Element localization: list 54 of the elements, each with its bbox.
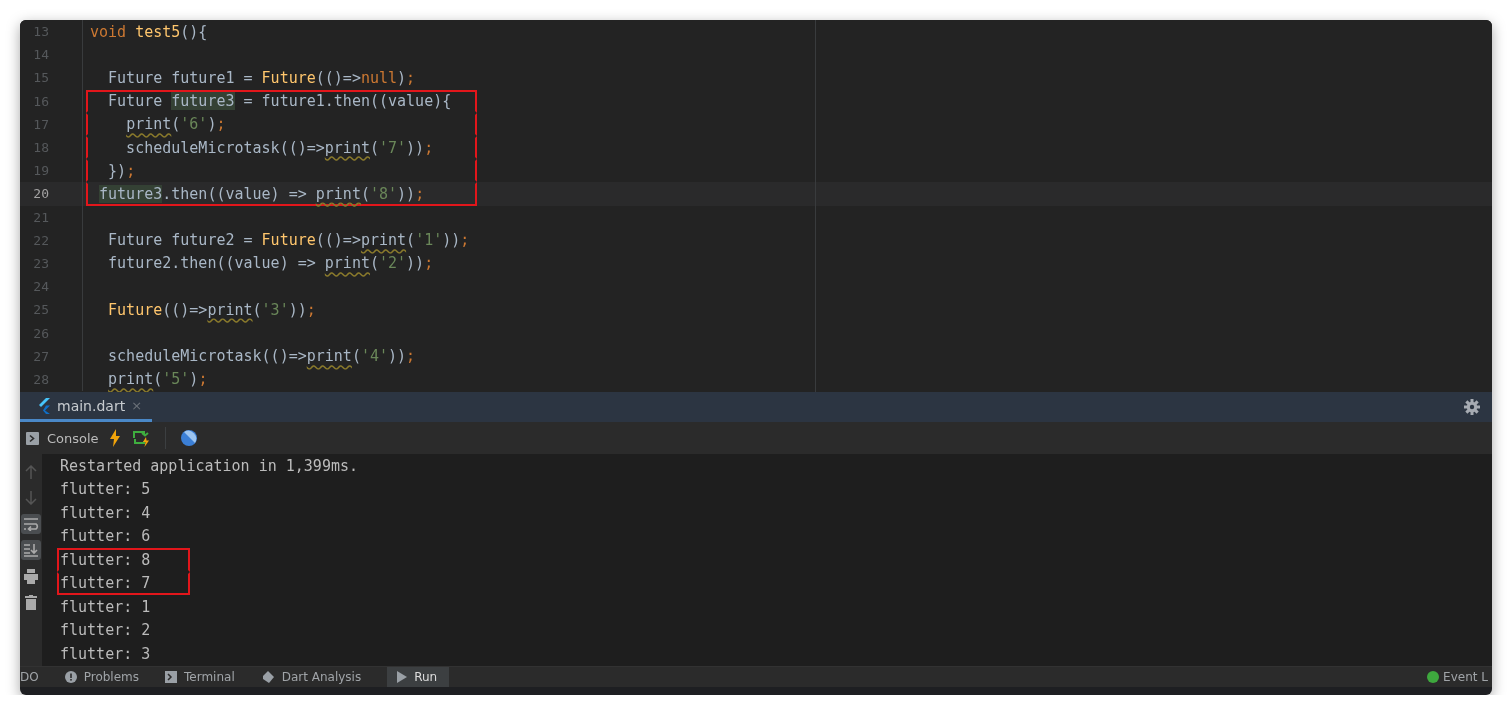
console-line: flutter: 1 (59, 596, 152, 618)
tool-window-tab[interactable]: Run (387, 666, 450, 687)
code-line: Future future3 = future1.then((value){ (86, 89, 477, 113)
line-number: 24 (32, 279, 49, 295)
run-icon (397, 670, 408, 683)
flutter-icon (38, 397, 51, 414)
code-line: void test5(){ (89, 21, 209, 43)
dart-icon (260, 670, 275, 683)
line-number: 15 (32, 70, 49, 86)
code-line: Future(()=>print('3')); (107, 299, 317, 321)
terminal-icon (165, 670, 177, 683)
line-number: 19 (32, 163, 49, 179)
code-line: Future future2 = Future(()=>print('1')); (107, 230, 471, 252)
line-number: 16 (32, 93, 49, 109)
line-number: 20 (32, 186, 49, 202)
line-number: 28 (32, 371, 49, 387)
console-line: flutter: 2 (59, 620, 152, 642)
console-line: flutter: 8 (57, 548, 190, 572)
console-line: flutter: 5 (59, 479, 152, 501)
console-tab[interactable]: Console (26, 430, 99, 446)
console-line: flutter: 3 (59, 643, 152, 665)
code-line: future3.then((value) => print('8')); (86, 182, 477, 206)
tool-window-tab[interactable]: DO (20, 666, 51, 687)
dart-icon[interactable] (179, 429, 198, 447)
line-number: 23 (32, 255, 49, 271)
restart-icon[interactable] (130, 429, 151, 447)
code-line: print('5'); (107, 369, 209, 391)
settings-icon[interactable] (1464, 399, 1480, 415)
notification-dot-icon (1427, 670, 1440, 683)
line-number: 13 (32, 24, 49, 40)
line-number: 14 (32, 47, 49, 63)
event-log-tab[interactable]: Event L (1421, 666, 1492, 687)
code-line: future2.then((value) => print('2')); (107, 253, 435, 275)
console-icon (26, 431, 39, 445)
console-line: Restarted application in 1,399ms. (59, 455, 359, 477)
tool-window-tab[interactable]: Terminal (165, 666, 247, 687)
line-number: 21 (32, 209, 49, 225)
console-line: flutter: 4 (59, 502, 152, 524)
line-number: 17 (32, 116, 49, 132)
code-line: scheduleMicrotask(()=>print('7')); (86, 135, 477, 160)
line-number: 22 (32, 232, 49, 248)
lightning-icon[interactable] (108, 429, 121, 447)
console-line: flutter: 7 (57, 571, 190, 595)
code-line: scheduleMicrotask(()=>print('4')); (107, 346, 417, 368)
tool-window-tab[interactable]: Dart Analysis (260, 666, 374, 687)
line-number: 26 (32, 325, 49, 341)
console-line: flutter: 6 (59, 526, 152, 548)
code-line: print('6'); (86, 112, 477, 136)
code-line: Future future1 = Future(()=>null); (107, 67, 417, 89)
line-number: 25 (32, 302, 49, 318)
tool-window-tab[interactable]: Problems (64, 666, 151, 687)
line-number: 27 (32, 348, 49, 364)
line-number: 18 (32, 140, 49, 156)
warning-icon (64, 670, 77, 683)
